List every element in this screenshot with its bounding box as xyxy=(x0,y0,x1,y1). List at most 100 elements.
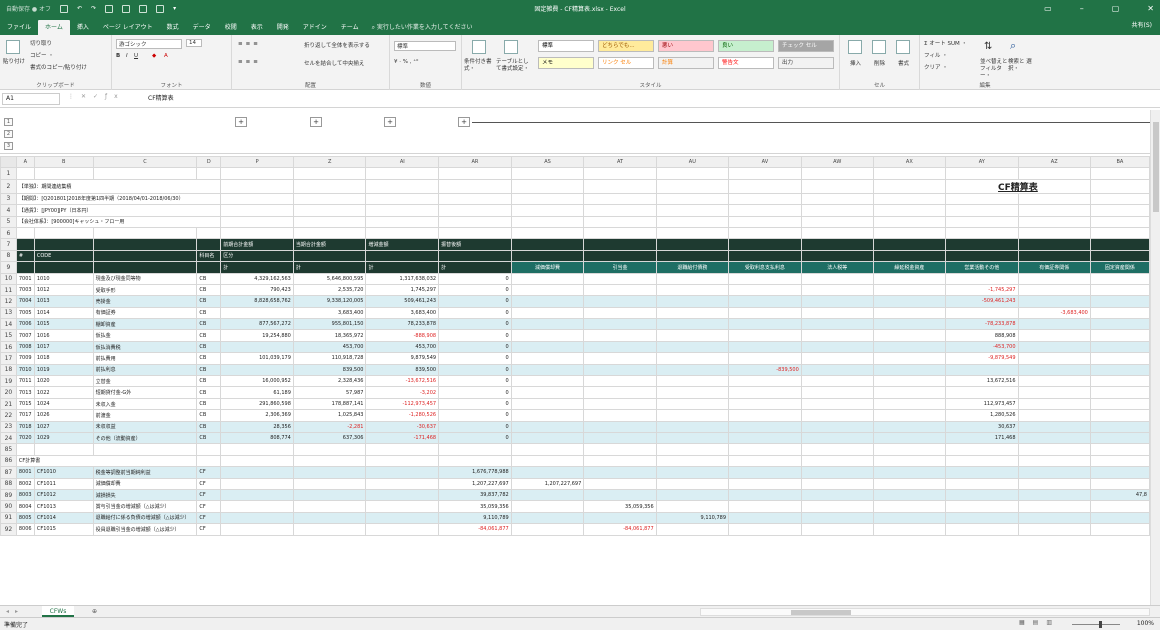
cell[interactable] xyxy=(1017,192,1091,206)
cell[interactable]: 0 xyxy=(438,375,512,388)
cell[interactable] xyxy=(872,238,947,251)
cell[interactable]: 前払費用 xyxy=(92,352,198,365)
cell[interactable] xyxy=(583,375,657,388)
close-icon[interactable]: ✕ xyxy=(1147,4,1154,13)
cell[interactable] xyxy=(1017,340,1091,354)
cell[interactable] xyxy=(728,386,802,399)
row-header[interactable]: 20 xyxy=(0,386,17,399)
tab-developer[interactable]: 開発 xyxy=(270,20,296,35)
cell[interactable] xyxy=(945,477,1019,490)
cell[interactable] xyxy=(92,167,198,180)
row-header[interactable]: 10 xyxy=(0,272,17,285)
cell[interactable] xyxy=(583,167,657,180)
cell[interactable]: 減損損失 xyxy=(92,488,198,502)
cell[interactable]: 637,306 xyxy=(292,431,367,445)
row-header[interactable]: 4 xyxy=(0,204,17,217)
cell[interactable] xyxy=(292,466,367,479)
col-header[interactable]: AR xyxy=(438,156,512,169)
cell[interactable] xyxy=(292,443,367,456)
cell[interactable] xyxy=(33,238,94,251)
cell[interactable] xyxy=(365,204,440,217)
cell[interactable]: 1019 xyxy=(33,363,94,377)
cell[interactable] xyxy=(728,477,802,490)
cell[interactable]: 1,207,227,697 xyxy=(438,477,512,490)
cell[interactable]: -78,233,878 xyxy=(945,318,1019,331)
cell[interactable] xyxy=(655,363,730,377)
cell[interactable] xyxy=(1017,443,1091,456)
cell[interactable] xyxy=(728,226,802,240)
cell[interactable]: CB xyxy=(196,375,222,388)
cell[interactable] xyxy=(728,295,802,308)
cell[interactable] xyxy=(728,204,802,217)
cell[interactable]: 7001 xyxy=(15,272,35,285)
cell[interactable] xyxy=(33,226,94,240)
row-header[interactable]: 88 xyxy=(0,477,17,490)
cell[interactable]: 509,461,243 xyxy=(365,295,440,308)
cell[interactable]: 78,233,878 xyxy=(365,318,440,331)
cell[interactable]: 178,887,141 xyxy=(292,397,367,411)
cell[interactable]: 1020 xyxy=(33,375,94,388)
cell[interactable] xyxy=(800,318,874,331)
cell[interactable]: 役員退職引当金の増減額（△は減少） xyxy=(92,523,198,536)
format-button[interactable]: 書式 xyxy=(898,59,909,67)
cell[interactable] xyxy=(1089,178,1150,194)
cell[interactable] xyxy=(1089,192,1150,206)
section-label[interactable]: CF計算書 xyxy=(15,454,198,468)
cell[interactable] xyxy=(33,261,94,274)
cell[interactable] xyxy=(872,431,947,445)
cell[interactable] xyxy=(1089,511,1150,525)
cell[interactable] xyxy=(365,226,440,240)
cell[interactable] xyxy=(583,466,657,479)
cell[interactable] xyxy=(945,204,1019,217)
cell[interactable] xyxy=(655,352,730,365)
cell[interactable]: -84,061,877 xyxy=(438,523,512,536)
cell[interactable] xyxy=(728,500,802,513)
tell-me-search[interactable]: ⌕ 実行したい作業を入力してください xyxy=(366,20,473,35)
horizontal-scrollbar[interactable] xyxy=(700,608,1150,616)
cell[interactable] xyxy=(220,192,294,206)
col-header[interactable]: AX xyxy=(872,156,947,169)
cell[interactable] xyxy=(800,340,874,354)
sheet-tab[interactable]: CFWs xyxy=(42,606,74,617)
cell[interactable] xyxy=(33,167,94,180)
cell[interactable]: 0 xyxy=(438,397,512,411)
cell[interactable] xyxy=(510,511,585,525)
cell[interactable] xyxy=(220,340,294,354)
style-cell[interactable]: どちらでも... xyxy=(598,40,654,52)
cell[interactable] xyxy=(510,272,585,285)
table-format-button[interactable]: テーブルとして書式設定・ xyxy=(496,59,532,73)
cell[interactable] xyxy=(800,363,874,377)
cell[interactable] xyxy=(872,420,947,434)
column-heading[interactable]: 計 xyxy=(438,261,512,274)
row-header[interactable]: 86 xyxy=(0,454,17,468)
cell[interactable] xyxy=(655,500,730,513)
cell[interactable]: 1026 xyxy=(33,409,94,422)
cell[interactable] xyxy=(220,488,294,502)
cell[interactable] xyxy=(510,454,585,468)
cell[interactable]: 0 xyxy=(438,431,512,445)
cell[interactable] xyxy=(945,192,1019,206)
cell[interactable]: 前渡金 xyxy=(92,409,198,422)
cell[interactable]: 1016 xyxy=(33,329,94,342)
cell[interactable] xyxy=(728,352,802,365)
cell[interactable]: -3,202 xyxy=(365,386,440,399)
cell[interactable] xyxy=(800,386,874,399)
col-header[interactable]: A xyxy=(15,156,35,169)
formula-input[interactable]: CF精算表 xyxy=(148,93,174,105)
cell[interactable]: 8002 xyxy=(15,477,35,490)
cell[interactable]: 仮払金 xyxy=(92,329,198,342)
cell[interactable] xyxy=(510,488,585,502)
column-heading[interactable]: 増減金額 xyxy=(365,238,440,251)
cell[interactable] xyxy=(438,443,512,456)
maximize-icon[interactable]: ▢ xyxy=(1112,4,1120,13)
cell[interactable] xyxy=(728,329,802,342)
cell[interactable]: 8,828,658,762 xyxy=(220,295,294,308)
cf-column-heading[interactable]: 退職給付債務 xyxy=(655,261,730,274)
number-format-icons[interactable]: ¥ · % , ⁺⁰ xyxy=(394,59,418,65)
cell[interactable] xyxy=(510,249,585,263)
cell[interactable]: 2,328,436 xyxy=(292,375,367,388)
cell[interactable] xyxy=(872,477,947,490)
cell[interactable]: -3,683,400 xyxy=(1017,306,1091,320)
cell[interactable]: 0 xyxy=(438,318,512,331)
cell[interactable]: -453,700 xyxy=(945,340,1019,354)
